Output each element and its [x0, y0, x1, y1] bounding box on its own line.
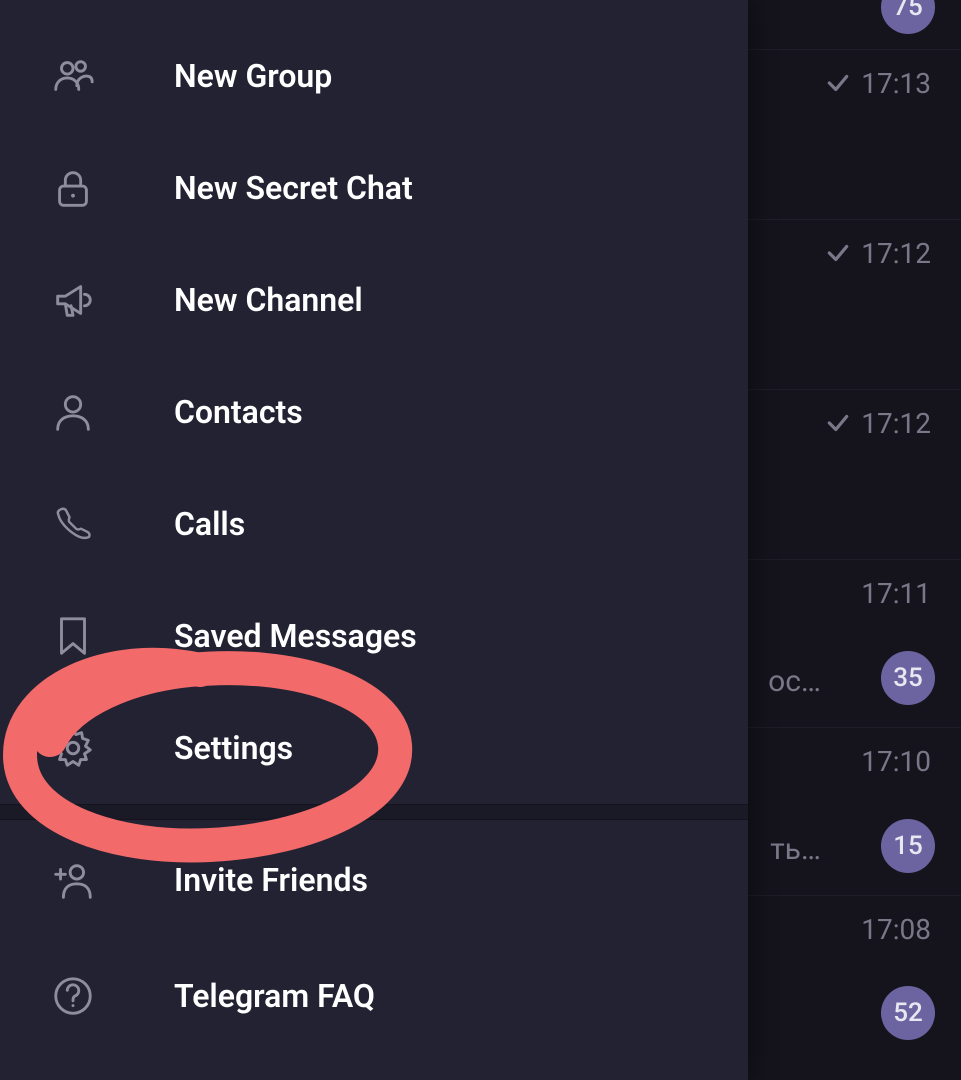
menu-invite-friends[interactable]: Invite Friends — [0, 820, 748, 940]
menu-faq[interactable]: Telegram FAQ — [0, 940, 748, 1052]
unread-badge: 35 — [881, 651, 935, 705]
group-icon — [46, 49, 100, 103]
chat-preview: ос… — [768, 664, 821, 699]
gear-icon — [46, 721, 100, 775]
help-icon — [46, 969, 100, 1023]
lock-icon — [46, 161, 100, 215]
unread-badge: 52 — [881, 986, 935, 1040]
unread-badge: 75 — [881, 0, 935, 34]
bookmark-icon — [46, 609, 100, 663]
menu-label: Saved Messages — [174, 617, 417, 655]
menu-saved-messages[interactable]: Saved Messages — [0, 580, 748, 692]
chat-time: 17:13 — [825, 68, 931, 98]
menu-label: Invite Friends — [174, 861, 368, 899]
menu-contacts[interactable]: Contacts — [0, 356, 748, 468]
menu-label: New Channel — [174, 281, 363, 319]
menu-label: Settings — [174, 729, 293, 767]
chat-time-text: 17:11 — [861, 577, 931, 610]
chat-time-text: 17:08 — [861, 913, 931, 946]
menu-new-channel[interactable]: New Channel — [0, 244, 748, 356]
phone-icon — [46, 497, 100, 551]
chat-time: 17:08 — [861, 914, 931, 944]
sent-check-icon — [825, 240, 851, 266]
chat-time-text: 17:13 — [861, 67, 931, 100]
menu-divider — [0, 804, 748, 820]
menu-label: New Group — [174, 57, 332, 95]
chat-preview: ть… — [770, 832, 821, 867]
person-icon — [46, 385, 100, 439]
menu-calls[interactable]: Calls — [0, 468, 748, 580]
menu-new-group[interactable]: New Group — [0, 20, 748, 132]
sent-check-icon — [825, 410, 851, 436]
menu-label: New Secret Chat — [174, 169, 413, 207]
sent-check-icon — [825, 70, 851, 96]
chat-time-text: 17:10 — [861, 745, 931, 778]
chat-time-text: 17:12 — [861, 237, 931, 270]
chat-time: 17:12 — [825, 408, 931, 438]
chat-time: 17:11 — [861, 578, 931, 608]
menu-label: Contacts — [174, 393, 303, 431]
chat-time-text: 17:12 — [861, 407, 931, 440]
menu-settings[interactable]: Settings — [0, 692, 748, 804]
menu-label: Calls — [174, 505, 245, 543]
add-person-icon — [46, 853, 100, 907]
menu-label: Telegram FAQ — [174, 977, 375, 1015]
unread-badge: 15 — [881, 819, 935, 873]
megaphone-icon — [46, 273, 100, 327]
side-drawer: New Group New Secret Chat New Channel — [0, 0, 748, 1080]
chat-time: 17:12 — [825, 238, 931, 268]
chat-time: 17:10 — [861, 746, 931, 776]
menu-new-secret-chat[interactable]: New Secret Chat — [0, 132, 748, 244]
